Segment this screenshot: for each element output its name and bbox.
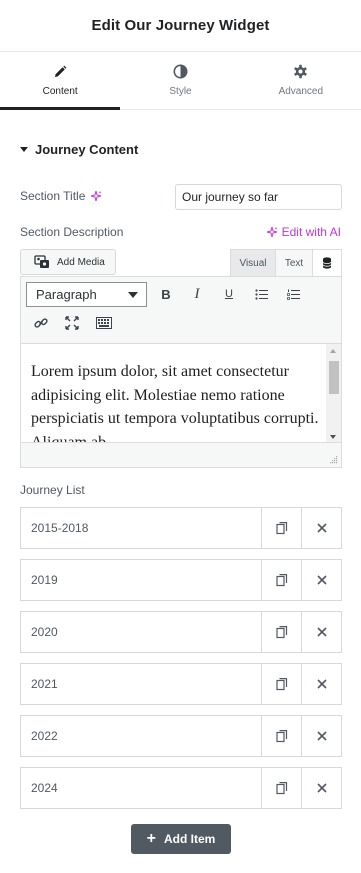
journey-item-title[interactable]: 2019 [21, 560, 261, 600]
resize-grip-icon[interactable] [329, 455, 338, 464]
remove-button[interactable] [301, 612, 341, 652]
remove-button[interactable] [301, 508, 341, 548]
ai-sparkle-icon [266, 226, 278, 238]
journey-item-title[interactable]: 2021 [21, 664, 261, 704]
paragraph-format-select[interactable]: Paragraph [26, 282, 147, 307]
scroll-down-icon [330, 435, 336, 439]
caret-down-icon [20, 147, 28, 152]
edit-with-ai-link[interactable]: Edit with AI [266, 225, 341, 239]
text-mode-tab[interactable]: Text [276, 249, 313, 276]
journey-item: 2022 [20, 715, 342, 757]
add-item-label: Add Item [164, 832, 216, 846]
database-icon-button[interactable] [313, 249, 342, 276]
section-title-field-label: Section Title [20, 189, 102, 203]
close-icon [316, 575, 327, 585]
copy-icon [275, 625, 287, 638]
section-description-label: Section Description [20, 225, 124, 239]
editor-mode-tabs: Visual Text [230, 249, 342, 276]
bullet-list-button[interactable] [250, 283, 272, 305]
plus-icon: + [146, 830, 156, 847]
journey-item: 2015-2018 [20, 507, 342, 549]
contrast-icon [173, 64, 188, 79]
link-icon [34, 318, 48, 328]
journey-item-title[interactable]: 2024 [21, 768, 261, 808]
numbered-list-icon [286, 289, 300, 300]
scrollbar-thumb[interactable] [329, 361, 339, 394]
remove-button[interactable] [301, 560, 341, 600]
database-icon [322, 257, 332, 269]
remove-button[interactable] [301, 768, 341, 808]
editor-content-area[interactable]: Lorem ipsum dolor, sit amet consectetur … [21, 343, 341, 443]
close-icon [316, 783, 327, 793]
bullet-list-icon [254, 288, 268, 300]
journey-item-title[interactable]: 2020 [21, 612, 261, 652]
tab-advanced-label: Advanced [278, 86, 324, 97]
edit-with-ai-label: Edit with AI [281, 225, 341, 239]
numbered-list-button[interactable] [282, 283, 304, 305]
duplicate-button[interactable] [261, 716, 301, 756]
tab-style[interactable]: Style [120, 52, 240, 109]
panel-title: Edit Our Journey Widget [91, 17, 270, 34]
section-title-label-text: Section Title [20, 189, 86, 203]
italic-button[interactable]: I [186, 283, 208, 305]
journey-item: 2021 [20, 663, 342, 705]
media-icon [34, 255, 49, 268]
duplicate-button[interactable] [261, 508, 301, 548]
format-select-value: Paragraph [36, 287, 97, 302]
copy-icon [275, 677, 287, 690]
editor-content-text: Lorem ipsum dolor, sit amet consectetur … [31, 363, 319, 443]
copy-icon [275, 781, 287, 794]
journey-list-label: Journey List [20, 483, 85, 497]
ai-sparkle-icon[interactable] [90, 190, 102, 202]
editor-scrollbar[interactable] [326, 344, 341, 443]
copy-icon [275, 521, 287, 534]
close-icon [316, 523, 327, 533]
journey-item: 2024 [20, 767, 342, 809]
scroll-up-icon [330, 349, 336, 353]
add-media-button[interactable]: Add Media [20, 249, 116, 275]
visual-mode-tab[interactable]: Visual [230, 249, 276, 276]
add-media-label: Add Media [57, 256, 105, 268]
add-item-button[interactable]: + Add Item [131, 824, 231, 854]
panel-header: Edit Our Journey Widget [0, 0, 361, 52]
tab-content-label: Content [42, 85, 78, 97]
copy-icon [275, 729, 287, 742]
remove-button[interactable] [301, 664, 341, 704]
toolbar-toggle-button[interactable] [93, 312, 115, 334]
panel-tabs: Content Style Advanced [0, 52, 361, 110]
wysiwyg-editor: Paragraph B I U Lorem ipsum dolor, sit a… [20, 276, 342, 468]
insert-link-button[interactable] [30, 312, 52, 334]
gear-icon [294, 64, 308, 79]
remove-button[interactable] [301, 716, 341, 756]
journey-item-title[interactable]: 2015-2018 [21, 508, 261, 548]
journey-item: 2019 [20, 559, 342, 601]
section-title-input[interactable] [175, 184, 342, 210]
tab-content[interactable]: Content [0, 52, 121, 110]
keyboard-icon [96, 317, 112, 329]
underline-button[interactable]: U [218, 283, 240, 305]
close-icon [316, 731, 327, 741]
duplicate-button[interactable] [261, 612, 301, 652]
chevron-down-icon [128, 292, 138, 298]
editor-statusbar [21, 442, 341, 467]
journey-content-section-toggle[interactable]: Journey Content [20, 142, 138, 157]
fullscreen-icon [65, 316, 79, 330]
duplicate-button[interactable] [261, 560, 301, 600]
tab-style-label: Style [169, 86, 192, 97]
duplicate-button[interactable] [261, 768, 301, 808]
close-icon [316, 627, 327, 637]
journey-item: 2020 [20, 611, 342, 653]
bold-button[interactable]: B [155, 283, 177, 305]
tab-advanced[interactable]: Advanced [241, 52, 361, 109]
duplicate-button[interactable] [261, 664, 301, 704]
close-icon [316, 679, 327, 689]
section-title: Journey Content [35, 142, 139, 157]
fullscreen-button[interactable] [61, 312, 83, 334]
copy-icon [275, 573, 287, 586]
pencil-icon [55, 65, 67, 77]
journey-item-title[interactable]: 2022 [21, 716, 261, 756]
